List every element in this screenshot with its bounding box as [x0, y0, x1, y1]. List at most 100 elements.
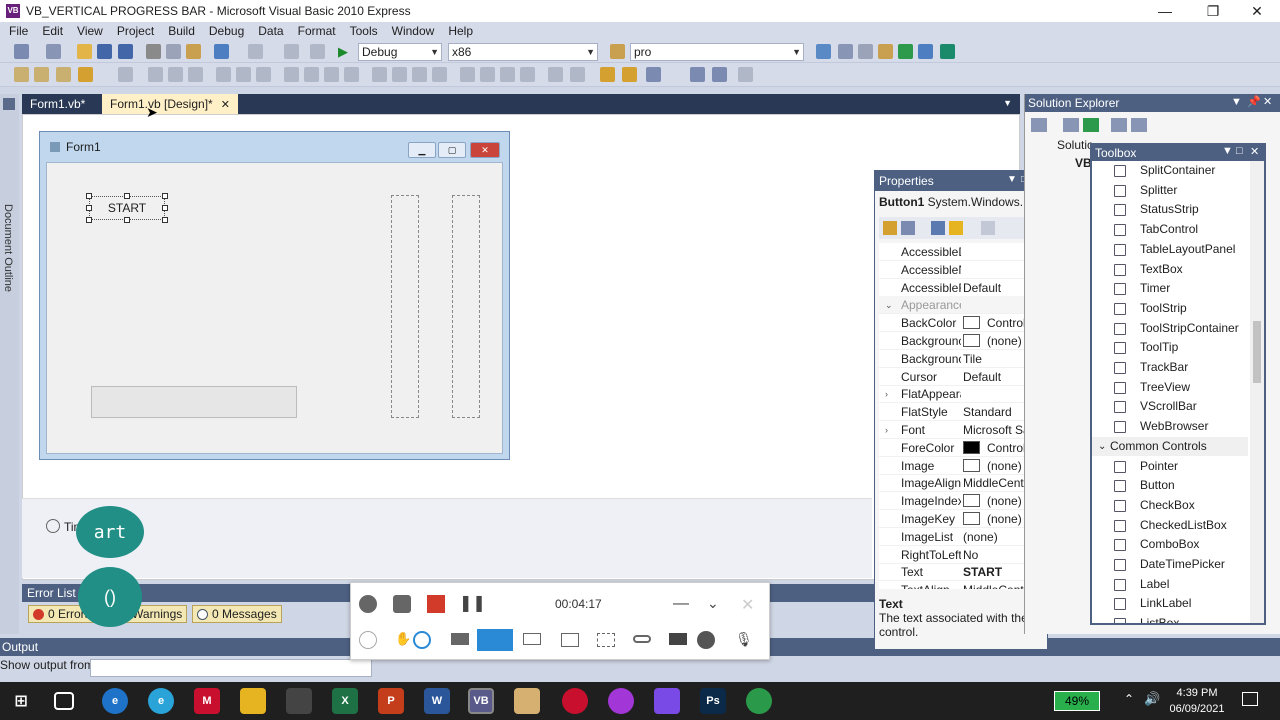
- property-row[interactable]: Text START: [879, 563, 1031, 582]
- toolbox-item[interactable]: Timer: [1092, 279, 1248, 298]
- toolbox-item[interactable]: ToolStripContainer: [1092, 319, 1248, 338]
- save-all-icon[interactable]: [118, 44, 133, 59]
- fullscreen-mode-icon[interactable]: [477, 629, 513, 651]
- toolbox-group-header[interactable]: ⌄ Common Controls: [1092, 436, 1248, 456]
- resize-handle[interactable]: [162, 193, 168, 199]
- new-project-icon[interactable]: [14, 44, 29, 59]
- size-to-grid-icon[interactable]: [256, 67, 271, 82]
- expand-icon[interactable]: ⌄: [885, 296, 893, 314]
- toolbox-item[interactable]: ListBox: [1092, 614, 1248, 623]
- windows-start-icon[interactable]: ⊞: [8, 688, 34, 714]
- navigate-back-icon[interactable]: [284, 44, 299, 59]
- custom-region-icon[interactable]: [597, 633, 615, 647]
- h-spacing-increase-icon[interactable]: [304, 67, 319, 82]
- property-value[interactable]: START: [963, 563, 1031, 581]
- property-row[interactable]: ImageAlign MiddleCenter: [879, 474, 1031, 493]
- property-row[interactable]: Backgrounc (none): [879, 332, 1031, 350]
- command-window-icon[interactable]: [940, 44, 955, 59]
- property-row[interactable]: Backgrounc Tile: [879, 350, 1031, 368]
- file-explorer-icon[interactable]: [240, 688, 266, 714]
- window-mode-icon[interactable]: [523, 633, 541, 645]
- property-row[interactable]: › FlatAppeara: [879, 385, 1031, 404]
- property-pages-icon[interactable]: [981, 221, 995, 235]
- resize-handle[interactable]: [162, 217, 168, 223]
- property-value[interactable]: Microsoft San: [963, 421, 1031, 439]
- document-outline-strip[interactable]: Document Outline: [0, 94, 19, 634]
- toolbox-item[interactable]: WebBrowser: [1092, 417, 1248, 436]
- toolbox-item[interactable]: SplitContainer: [1092, 161, 1248, 180]
- taskbar-clock[interactable]: 4:39 PM 06/09/2021: [1162, 685, 1232, 717]
- image-app-icon[interactable]: [514, 688, 540, 714]
- property-row[interactable]: AccessibleR Default: [879, 279, 1031, 297]
- link-icon[interactable]: [633, 635, 651, 643]
- properties-se-icon[interactable]: [1063, 118, 1079, 132]
- toolbox-scroll-thumb[interactable]: [1253, 321, 1261, 383]
- menu-debug[interactable]: Debug: [202, 24, 251, 38]
- v-spacing-equal-icon[interactable]: [372, 67, 387, 82]
- format-icon-d[interactable]: [690, 67, 705, 82]
- toolbox-item[interactable]: Label: [1092, 575, 1248, 594]
- collapse-icon[interactable]: ⌄: [1098, 437, 1106, 456]
- toolbox-item[interactable]: StatusStrip: [1092, 200, 1248, 219]
- pause-icon[interactable]: ❚❚: [459, 595, 486, 613]
- menu-help[interactable]: Help: [441, 24, 480, 38]
- powerpoint-icon[interactable]: P: [378, 688, 404, 714]
- view-code-icon[interactable]: [1111, 118, 1127, 132]
- volume-icon[interactable]: 🔊: [1144, 691, 1160, 707]
- minimize-button[interactable]: —: [1142, 0, 1188, 22]
- property-row[interactable]: ForeColor ControlT: [879, 439, 1031, 457]
- toolbox-item[interactable]: CheckedListBox: [1092, 516, 1248, 535]
- v-spacing-remove-icon[interactable]: [432, 67, 447, 82]
- toolbox-item[interactable]: DateTimePicker: [1092, 555, 1248, 574]
- properties-window-icon[interactable]: [838, 44, 853, 59]
- property-row[interactable]: Image (none): [879, 457, 1031, 475]
- center-horizontally-icon[interactable]: [460, 67, 475, 82]
- add-item-icon[interactable]: [46, 44, 61, 59]
- properties-dropdown-icon[interactable]: ▼: [1007, 174, 1017, 185]
- toolbox-item[interactable]: TabControl: [1092, 220, 1248, 239]
- excel-icon[interactable]: X: [332, 688, 358, 714]
- toolbox-item[interactable]: Splitter: [1092, 181, 1248, 200]
- paste-icon[interactable]: [186, 44, 201, 59]
- menu-project[interactable]: Project: [110, 24, 161, 38]
- align-tops-icon[interactable]: [118, 67, 133, 82]
- align-bottoms-icon[interactable]: [168, 67, 183, 82]
- property-row[interactable]: ImageKey (none): [879, 510, 1031, 528]
- close-tab-icon[interactable]: ✕: [221, 99, 230, 111]
- task-view-icon[interactable]: [54, 692, 74, 710]
- toolbox-item[interactable]: ComboBox: [1092, 535, 1248, 554]
- undo-icon[interactable]: [214, 44, 229, 59]
- tab-form1-design[interactable]: Form1.vb [Design]* ✕: [102, 94, 238, 114]
- v-spacing-decrease-icon[interactable]: [412, 67, 427, 82]
- stop-record-icon[interactable]: [427, 595, 445, 613]
- center-vertically-icon[interactable]: [480, 67, 495, 82]
- edge-icon[interactable]: e: [148, 688, 174, 714]
- navigate-forward-icon[interactable]: [310, 44, 325, 59]
- mcafee-icon[interactable]: M: [194, 688, 220, 714]
- store-icon[interactable]: [286, 688, 312, 714]
- align-middles-icon[interactable]: [148, 67, 163, 82]
- format-icon-b[interactable]: [622, 67, 637, 82]
- property-row[interactable]: AccessibleD: [879, 243, 1031, 261]
- microphone-icon[interactable]: 🎙: [735, 631, 753, 649]
- output-source-combo[interactable]: [90, 659, 372, 677]
- property-category[interactable]: ⌄ Appearance: [879, 296, 1031, 315]
- toolbox-item[interactable]: CheckBox: [1092, 496, 1248, 515]
- resize-handle[interactable]: [124, 217, 130, 223]
- tab-form1-vb[interactable]: Form1.vb*: [22, 94, 93, 114]
- toolbox-scrollbar[interactable]: [1250, 161, 1264, 623]
- events-icon[interactable]: [949, 221, 963, 235]
- resize-handle[interactable]: [86, 217, 92, 223]
- toolbox-item[interactable]: ToolStrip: [1092, 299, 1248, 318]
- platform-combo[interactable]: x86 ▼: [448, 43, 598, 61]
- h-spacing-equal-icon[interactable]: [284, 67, 299, 82]
- format-icon-e[interactable]: [712, 67, 727, 82]
- camera-icon[interactable]: [393, 595, 411, 613]
- select-tool-icon[interactable]: [359, 631, 377, 649]
- menu-build[interactable]: Build: [161, 24, 202, 38]
- menu-view[interactable]: View: [70, 24, 110, 38]
- view-designer-icon[interactable]: [1131, 118, 1147, 132]
- menu-format[interactable]: Format: [291, 24, 343, 38]
- object-browser-icon[interactable]: [858, 44, 873, 59]
- align-centers-icon[interactable]: [56, 67, 71, 82]
